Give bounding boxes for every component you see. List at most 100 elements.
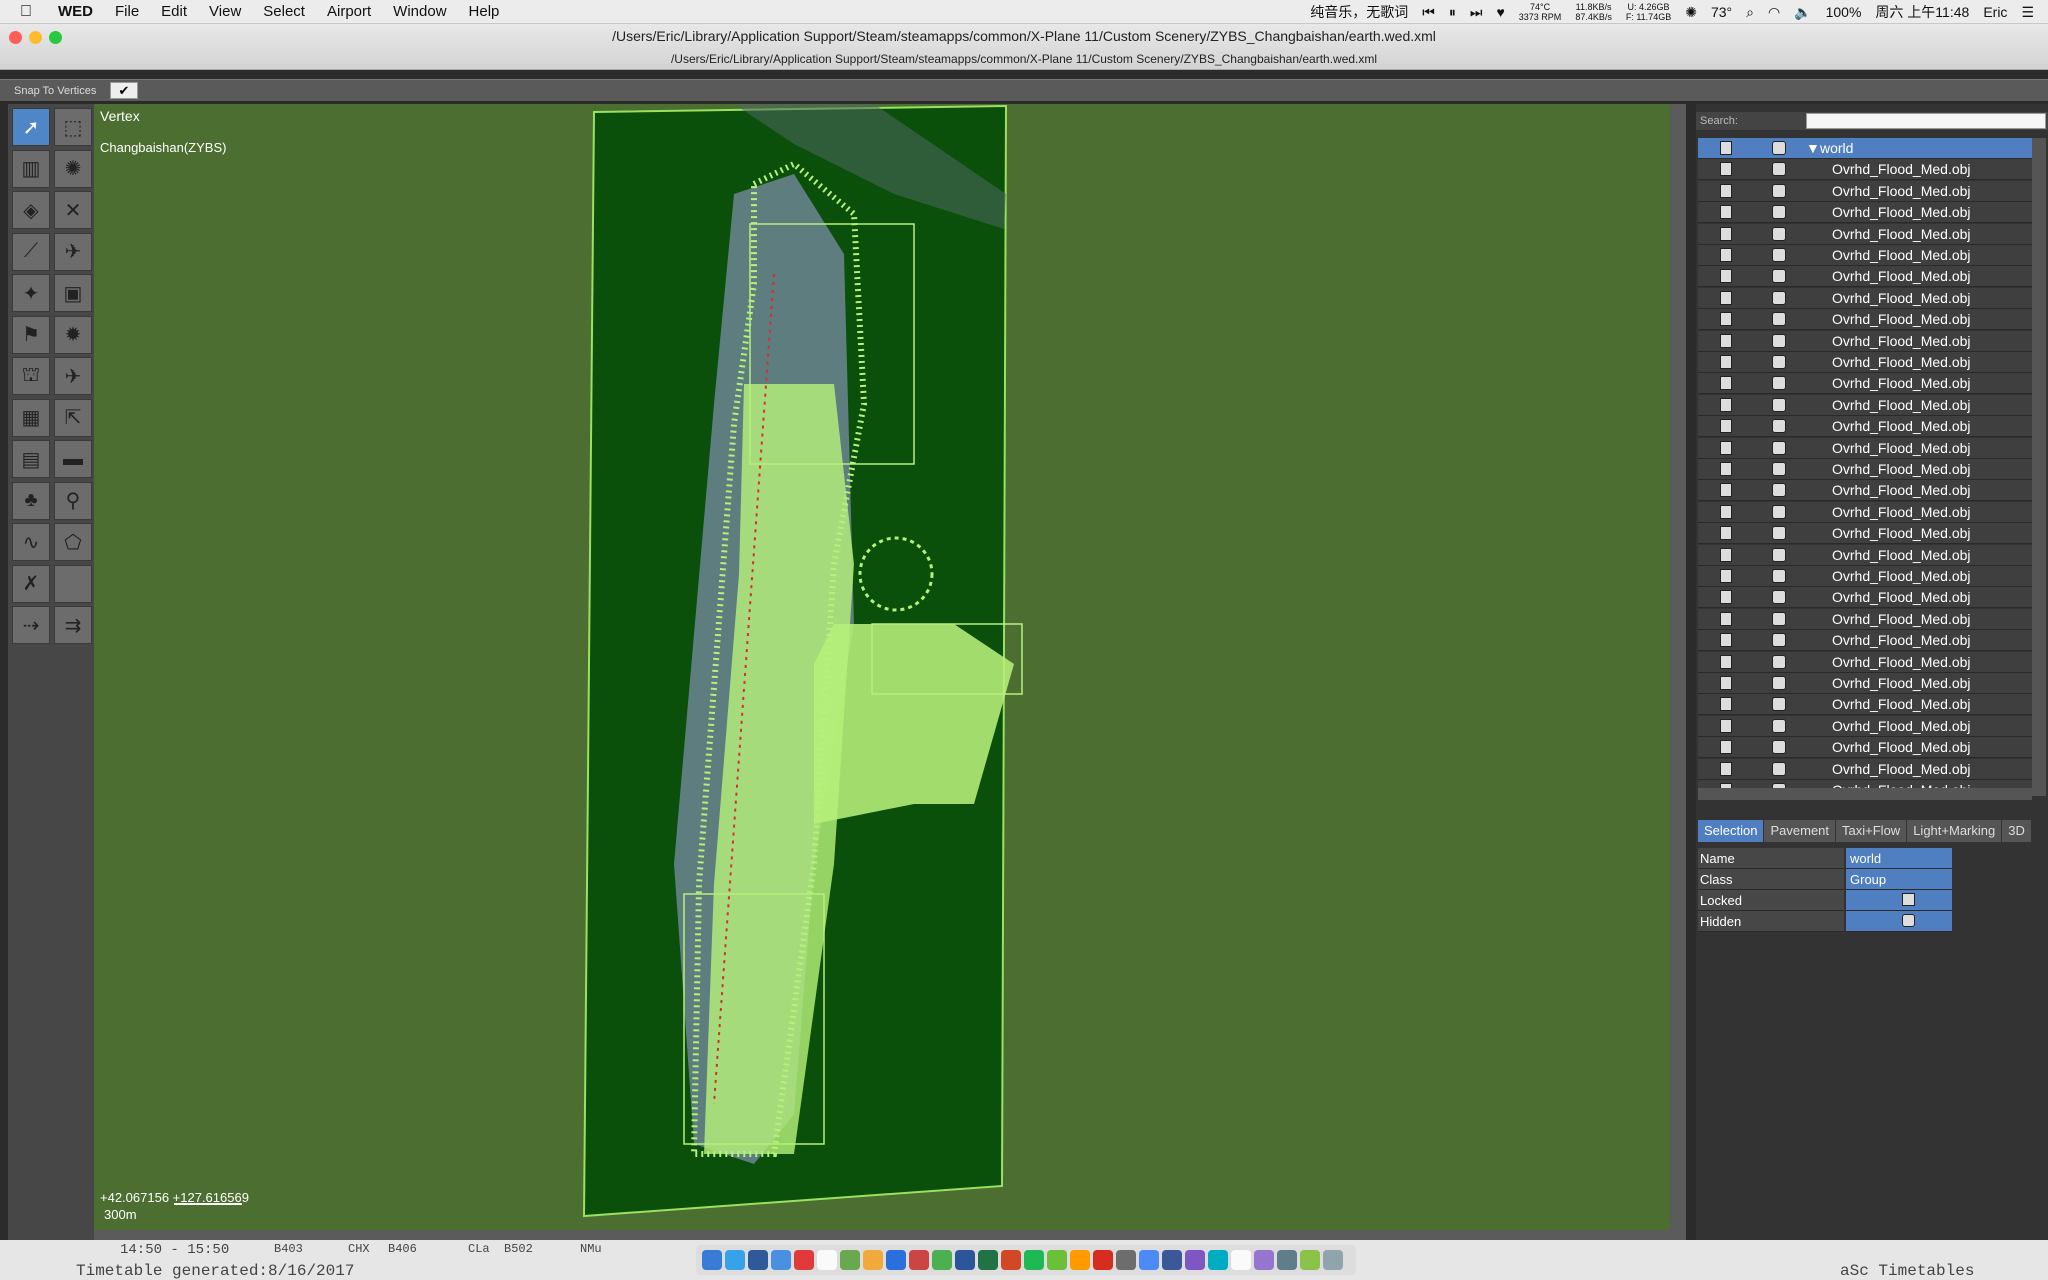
lock-icon[interactable] — [1720, 376, 1732, 391]
lock-icon[interactable] — [1720, 547, 1732, 562]
dock-app-icon[interactable] — [1047, 1250, 1067, 1270]
eye-icon[interactable] — [1772, 504, 1786, 519]
lock-icon[interactable] — [1720, 440, 1732, 455]
hierarchy-vertical-scrollbar[interactable] — [2032, 138, 2046, 796]
eye-icon[interactable] — [1772, 226, 1786, 241]
menu-help[interactable]: Help — [469, 3, 500, 20]
eye-icon[interactable] — [1772, 376, 1786, 391]
lock-icon[interactable] — [1720, 697, 1732, 712]
light-tool[interactable]: ✦ — [12, 274, 50, 312]
lock-icon[interactable] — [1720, 269, 1732, 284]
edge-tool[interactable]: ⇉ — [54, 606, 92, 644]
hierarchy-item[interactable]: Ovrhd_Flood_Med.obj — [1698, 501, 2032, 523]
menu-edit[interactable]: Edit — [161, 3, 187, 20]
lock-icon[interactable] — [1720, 526, 1732, 541]
beacon-tool[interactable]: ✹ — [54, 315, 92, 354]
dock-app-icon[interactable] — [1254, 1250, 1274, 1270]
lock-icon[interactable] — [1720, 590, 1732, 605]
hierarchy-item[interactable]: Ovrhd_Flood_Med.obj — [1698, 373, 2032, 395]
dock-app-icon[interactable] — [1139, 1250, 1159, 1270]
dock-app-icon[interactable] — [702, 1250, 722, 1270]
eye-icon[interactable] — [1772, 676, 1786, 690]
tower-tool[interactable]: ⛫ — [12, 357, 50, 395]
lock-icon[interactable] — [1720, 633, 1732, 648]
atc-tool[interactable]: ⇱ — [54, 398, 92, 437]
map-canvas[interactable] — [94, 104, 1670, 1230]
search-icon[interactable]: ⌕ — [1746, 4, 1754, 21]
lock-icon[interactable] — [1720, 419, 1732, 434]
eye-icon[interactable] — [1772, 483, 1786, 498]
hierarchy-item[interactable]: Ovrhd_Flood_Med.obj — [1698, 694, 2032, 716]
dock-app-icon[interactable] — [817, 1250, 837, 1270]
apple-icon[interactable]:  — [20, 3, 40, 21]
menu-select[interactable]: Select — [263, 3, 305, 20]
weather-icon[interactable]: ✺ — [1685, 4, 1697, 21]
lock-icon[interactable] — [1720, 333, 1732, 348]
building-tool[interactable]: ▤ — [12, 440, 50, 478]
lock-icon[interactable] — [1720, 290, 1732, 305]
lock-icon[interactable] — [1720, 462, 1732, 476]
lock-icon[interactable] — [1720, 226, 1732, 241]
lock-icon[interactable] — [1720, 718, 1732, 733]
pause-icon[interactable]: ⏸ — [1449, 4, 1456, 21]
eye-icon[interactable] — [1772, 633, 1786, 648]
windsock-tool[interactable]: ⚑ — [12, 315, 50, 354]
runway-tool[interactable]: ▥ — [12, 149, 50, 188]
eye-icon[interactable] — [1772, 718, 1786, 733]
dock-app-icon[interactable] — [1093, 1250, 1113, 1270]
forest-line-tool[interactable]: ▬ — [54, 440, 92, 478]
hierarchy-item[interactable]: Ovrhd_Flood_Med.obj — [1698, 287, 2032, 309]
hierarchy-item[interactable]: Ovrhd_Flood_Med.obj — [1698, 394, 2032, 416]
dock-app-icon[interactable] — [1162, 1250, 1182, 1270]
dock-app-icon[interactable] — [794, 1250, 814, 1270]
dock-app-icon[interactable] — [1323, 1250, 1343, 1270]
dock-app-icon[interactable] — [1024, 1250, 1044, 1270]
dock-app-icon[interactable] — [932, 1250, 952, 1270]
lock-icon[interactable] — [1720, 654, 1732, 669]
hierarchy-item[interactable]: Ovrhd_Flood_Med.obj — [1698, 523, 2032, 545]
hierarchy-item[interactable]: Ovrhd_Flood_Med.obj — [1698, 309, 2032, 331]
weather-temp[interactable]: 73° — [1711, 4, 1732, 20]
hierarchy-item[interactable]: Ovrhd_Flood_Med.obj — [1698, 480, 2032, 502]
lock-icon[interactable] — [1902, 893, 1915, 906]
menu-view[interactable]: View — [209, 3, 241, 20]
polyline-tool[interactable]: ∿ — [12, 523, 50, 561]
eye-icon[interactable] — [1772, 526, 1786, 541]
menu-file[interactable]: File — [115, 3, 139, 20]
hierarchy-item[interactable]: Ovrhd_Flood_Med.obj — [1698, 266, 2032, 288]
tab-taxi-flow[interactable]: Taxi+Flow — [1836, 820, 1908, 842]
search-input[interactable] — [1806, 113, 2046, 129]
wifi-icon[interactable]: ◠ — [1768, 4, 1780, 21]
dock-app-icon[interactable] — [1231, 1250, 1251, 1270]
hierarchy-item[interactable]: Ovrhd_Flood_Med.obj — [1698, 416, 2032, 438]
eye-icon[interactable] — [1772, 205, 1786, 220]
volume-icon[interactable]: 🔈 — [1794, 4, 1811, 21]
eye-icon[interactable] — [1772, 333, 1786, 348]
eye-icon[interactable] — [1772, 761, 1786, 776]
tab-3d[interactable]: 3D — [2002, 820, 2032, 842]
hierarchy-horizontal-scrollbar[interactable] — [1698, 788, 2032, 800]
eye-icon[interactable] — [1772, 419, 1786, 434]
next-track-icon[interactable]: ⏭ — [1470, 4, 1483, 21]
dock-app-icon[interactable] — [863, 1250, 883, 1270]
property-value[interactable] — [1846, 911, 1952, 932]
dock-app-icon[interactable] — [725, 1250, 745, 1270]
eye-icon[interactable] — [1772, 440, 1786, 455]
hierarchy-item[interactable]: Ovrhd_Flood_Med.obj — [1698, 223, 2032, 245]
dock-app-icon[interactable] — [840, 1250, 860, 1270]
snap-checkbox[interactable]: ✔ — [110, 82, 138, 99]
hierarchy-item[interactable]: Ovrhd_Flood_Med.obj — [1698, 352, 2032, 373]
taxiway-tool[interactable]: ⟋ — [12, 232, 50, 271]
eye-icon[interactable] — [1772, 397, 1786, 412]
hierarchy-item[interactable]: Ovrhd_Flood_Med.obj — [1698, 587, 2032, 609]
eye-icon[interactable] — [1772, 697, 1786, 712]
eye-icon[interactable] — [1772, 269, 1786, 284]
net-stats[interactable]: 11.8KB/s 87.4KB/s — [1575, 2, 1612, 22]
lock-icon[interactable] — [1720, 141, 1732, 155]
eye-icon[interactable] — [1772, 590, 1786, 605]
dock-app-icon[interactable] — [1300, 1250, 1320, 1270]
lock-icon[interactable] — [1720, 761, 1732, 776]
dock-app-icon[interactable] — [955, 1250, 975, 1270]
hierarchy-item[interactable]: Ovrhd_Flood_Med.obj — [1698, 630, 2032, 652]
route-tool[interactable]: ⇢ — [12, 606, 50, 644]
